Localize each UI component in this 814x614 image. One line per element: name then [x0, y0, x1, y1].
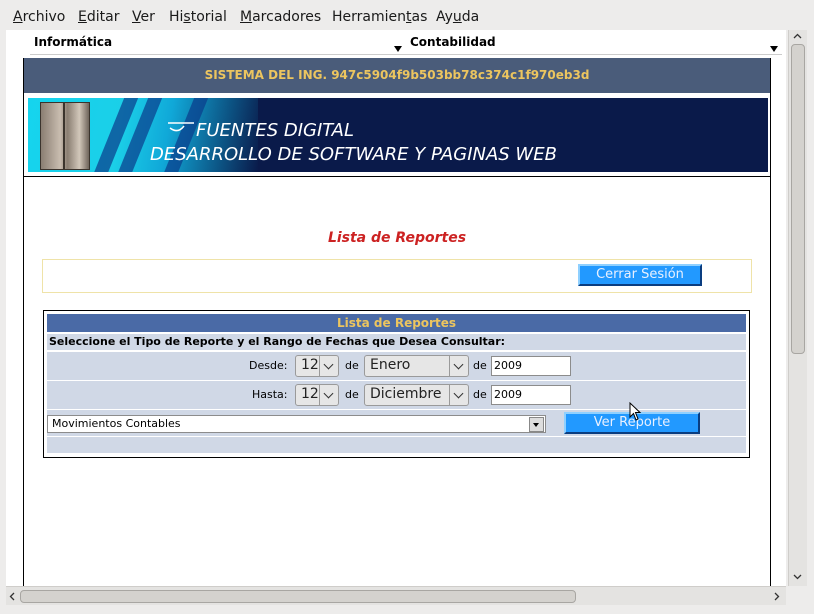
- menu-marcadores[interactable]: Marcadores: [240, 9, 321, 25]
- horizontal-scrollbar[interactable]: [6, 586, 786, 605]
- de-label: de: [473, 359, 487, 372]
- page-title: Lista de Reportes: [327, 230, 467, 246]
- chevron-down-icon: [449, 385, 468, 405]
- menu-herramientas[interactable]: Herramientas: [332, 9, 427, 25]
- browser-window: Archivo Editar Ver Historial Marcadores …: [0, 0, 814, 614]
- frame-select-informatica[interactable]: Informática: [30, 32, 406, 55]
- report-panel-title: Lista de Reportes: [47, 314, 746, 332]
- to-label: Hasta:: [252, 388, 288, 401]
- from-label: Desde:: [249, 359, 288, 372]
- to-day-value: 12: [301, 386, 319, 402]
- report-footer-row: [47, 437, 746, 453]
- instructions-row: Seleccione el Tipo de Reporte y el Rango…: [47, 334, 746, 350]
- logout-button[interactable]: Cerrar Sesión: [578, 264, 702, 286]
- page-body: SISTEMA DEL ING. 947c5904f9b503bb78c374c…: [23, 58, 771, 586]
- to-day-select[interactable]: 12: [295, 384, 339, 406]
- horizontal-scroll-thumb[interactable]: [20, 590, 576, 603]
- menu-ayuda[interactable]: Ayuda: [436, 9, 479, 25]
- from-date-row: Desde: 12 de Enero de 2009: [47, 352, 746, 380]
- de-label: de: [345, 359, 359, 372]
- menu-ver[interactable]: Ver: [132, 9, 155, 25]
- system-header: SISTEMA DEL ING. 947c5904f9b503bb78c374c…: [24, 58, 770, 93]
- chevron-down-icon: [319, 356, 338, 376]
- from-month-select[interactable]: Enero: [364, 355, 469, 377]
- vertical-scrollbar[interactable]: [788, 30, 807, 586]
- company-banner: FUENTES DIGITAL DESARROLLO DE SOFTWARE Y…: [28, 98, 768, 172]
- to-month-value: Diciembre: [370, 386, 442, 402]
- menu-bar: Archivo Editar Ver Historial Marcadores …: [6, 6, 806, 28]
- banner-company-name: FUENTES DIGITAL: [196, 120, 354, 141]
- door-logo-image: [40, 102, 90, 170]
- scroll-left-icon[interactable]: [9, 592, 15, 601]
- menu-archivo[interactable]: Archivo: [13, 9, 65, 25]
- mouse-cursor-icon: [629, 402, 642, 421]
- de-label: de: [345, 388, 359, 401]
- report-type-value: Movimientos Contables: [52, 417, 181, 430]
- system-title: SISTEMA DEL ING. 947c5904f9b503bb78c374c…: [204, 68, 590, 82]
- page-viewport: Informática Contabilidad SISTEMA DEL ING…: [6, 30, 786, 586]
- menu-historial[interactable]: Historial: [169, 9, 227, 25]
- report-panel: Lista de Reportes Seleccione el Tipo de …: [43, 310, 750, 458]
- scroll-right-icon[interactable]: [774, 592, 780, 601]
- from-year-input[interactable]: 2009: [491, 356, 571, 376]
- de-label: de: [473, 388, 487, 401]
- scroll-up-icon[interactable]: [793, 33, 802, 39]
- frame-select-label: Informática: [34, 35, 113, 49]
- from-month-value: Enero: [370, 357, 411, 373]
- frame-select-label: Contabilidad: [410, 35, 496, 49]
- logout-panel: Cerrar Sesión: [42, 259, 752, 293]
- wave-icon: [168, 122, 194, 132]
- dropdown-arrow-icon: [770, 46, 778, 52]
- report-type-select[interactable]: Movimientos Contables: [47, 415, 546, 433]
- from-day-value: 12: [301, 357, 319, 373]
- from-day-select[interactable]: 12: [295, 355, 339, 377]
- dropdown-arrow-icon: [394, 46, 402, 52]
- to-month-select[interactable]: Diciembre: [364, 384, 469, 406]
- chevron-down-icon: [449, 356, 468, 376]
- dropdown-arrow-icon: [529, 417, 544, 432]
- frame-select-contabilidad[interactable]: Contabilidad: [406, 32, 782, 55]
- to-year-input[interactable]: 2009: [491, 385, 571, 405]
- menu-editar[interactable]: Editar: [78, 9, 119, 25]
- instructions-text: Seleccione el Tipo de Reporte y el Rango…: [49, 335, 506, 348]
- vertical-scroll-thumb[interactable]: [791, 44, 805, 354]
- scroll-down-icon[interactable]: [793, 574, 802, 580]
- chevron-down-icon: [319, 385, 338, 405]
- banner-tagline: DESARROLLO DE SOFTWARE Y PAGINAS WEB: [150, 144, 557, 165]
- frame-selector-bar: Informática Contabilidad: [6, 30, 786, 56]
- divider: [24, 176, 770, 177]
